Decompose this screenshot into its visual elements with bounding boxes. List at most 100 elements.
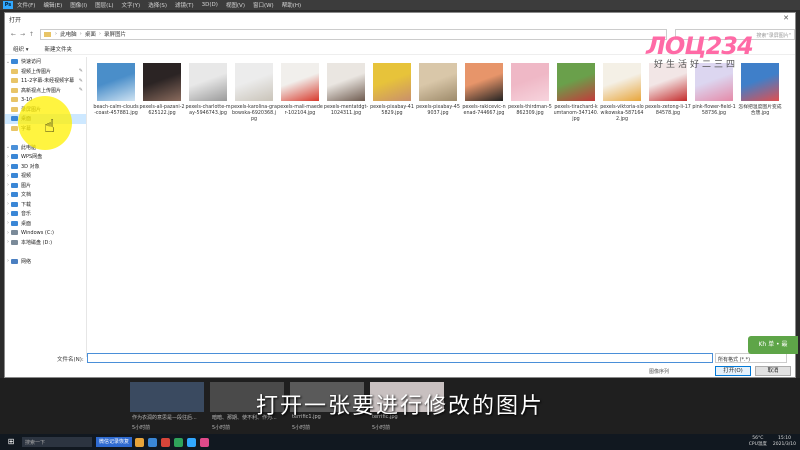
- breadcrumb-desktop[interactable]: 桌面: [85, 30, 96, 38]
- cube-icon: [11, 163, 18, 169]
- menu-edit[interactable]: 编辑(E): [43, 1, 62, 9]
- file-item[interactable]: pexels-rakicevic-nenad-744667.jpg: [461, 61, 507, 131]
- menu-help[interactable]: 帮助(H): [282, 1, 301, 9]
- file-item[interactable]: pexels-charlotte-may-5946743.jpg: [185, 61, 231, 131]
- nav-item[interactable]: › 文档: [5, 190, 86, 200]
- forward-arrow-icon[interactable]: →: [18, 31, 27, 38]
- menu-filter[interactable]: 滤镜(T): [175, 1, 194, 9]
- taskbar-app-icon[interactable]: [200, 437, 210, 447]
- nav-item[interactable]: › 下载: [5, 200, 86, 210]
- nav-item[interactable]: 高新视点上传图片 ✎: [5, 86, 86, 96]
- menu-select[interactable]: 选择(S): [148, 1, 167, 9]
- taskbar-explorer-icon[interactable]: [135, 437, 145, 447]
- nav-item[interactable]: › 图片: [5, 181, 86, 191]
- nav-item[interactable]: ⌄ 快速访问: [5, 57, 86, 67]
- nav-item[interactable]: › 桌面: [5, 219, 86, 229]
- nav-item-label: 桌面: [21, 220, 32, 227]
- folder-icon: [11, 68, 18, 74]
- up-arrow-icon[interactable]: ↑: [27, 31, 36, 38]
- file-item[interactable]: pexels-karolina-grabowska-6920368.jpg: [231, 61, 277, 131]
- taskbar-edge-icon[interactable]: [148, 437, 158, 447]
- nav-item[interactable]: › 本地磁盘 (D:): [5, 238, 86, 248]
- file-item[interactable]: pexels-ali-pazani-2625122.jpg: [139, 61, 185, 131]
- document-icon: [11, 192, 18, 198]
- taskbar-photoshop-icon[interactable]: [187, 437, 197, 447]
- image-sequence-checkbox[interactable]: 图像序列: [649, 368, 669, 375]
- file-item[interactable]: beach-calm-clouds-coast-457881.jpg: [93, 61, 139, 131]
- breadcrumb-separator: ›: [79, 31, 82, 37]
- photoshop-menubar: Ps 文件(F) 编辑(E) 图像(I) 图层(L) 文字(Y) 选择(S) 滤…: [0, 0, 800, 10]
- menu-file[interactable]: 文件(F): [17, 1, 35, 9]
- file-item[interactable]: pexels-tirachard-kumtanom-347140.jpg: [553, 61, 599, 131]
- star-icon: [11, 59, 18, 65]
- taskbar-wechat-icon[interactable]: [174, 437, 184, 447]
- watermark-slogan: 好生活好二三四: [654, 60, 739, 70]
- nav-item-label: 11-2字幕-未经视频字幕: [21, 78, 75, 85]
- file-item[interactable]: pexels-thirdman-5862309.jpg: [507, 61, 553, 131]
- file-item[interactable]: pexels-mentatdgt-1024311.jpg: [323, 61, 369, 131]
- file-item[interactable]: pexels-mali-maeder-102104.jpg: [277, 61, 323, 131]
- nav-item[interactable]: › 音乐: [5, 209, 86, 219]
- pin-icon[interactable]: ✎: [79, 87, 83, 93]
- nav-item-label: 网络: [21, 258, 32, 265]
- menu-type[interactable]: 文字(Y): [122, 1, 141, 9]
- close-icon[interactable]: ✕: [783, 14, 789, 22]
- drive-icon: [11, 239, 18, 245]
- taskbar-clock[interactable]: 15:10 2021/3/10: [773, 436, 796, 448]
- new-folder-button[interactable]: 新建文件夹: [45, 45, 73, 53]
- image-thumbnail: [143, 63, 181, 101]
- menu-image[interactable]: 图像(I): [70, 1, 87, 9]
- file-name: beach-calm-clouds-coast-457881.jpg: [93, 105, 139, 116]
- back-arrow-icon[interactable]: ←: [9, 31, 18, 38]
- folder-icon: [11, 125, 18, 131]
- breadcrumb-this-pc[interactable]: 此电脑: [60, 30, 77, 38]
- image-thumbnail: [97, 63, 135, 101]
- address-bar[interactable]: › 此电脑 › 桌面 › 录屏图片: [39, 28, 668, 40]
- breadcrumb-separator: ›: [98, 31, 102, 37]
- file-name: pexels-zetong-li-1784578.jpg: [645, 105, 691, 116]
- nav-item-label: 快速访问: [21, 59, 42, 66]
- image-thumbnail: [189, 63, 227, 101]
- file-name: pexels-karolina-grabowska-6920368.jpg: [231, 105, 277, 122]
- nav-item[interactable]: › Windows (C:): [5, 228, 86, 238]
- side-floating-badge[interactable]: Kh 单 • 最: [748, 336, 798, 354]
- image-thumbnail: [603, 63, 641, 101]
- nav-item-label: 高新视点上传图片: [21, 87, 62, 94]
- organize-button[interactable]: 组织 ▾: [13, 45, 29, 53]
- image-thumbnail: [235, 63, 273, 101]
- filename-label: 文件名(N):: [57, 357, 84, 363]
- nav-item[interactable]: › 网络: [5, 257, 86, 267]
- pin-icon[interactable]: ✎: [79, 78, 83, 84]
- breadcrumb-screenshots-folder[interactable]: 录屏图片: [104, 30, 126, 38]
- menu-window[interactable]: 窗口(W): [253, 1, 274, 9]
- filename-input[interactable]: [87, 353, 713, 363]
- menu-3d[interactable]: 3D(D): [202, 2, 218, 8]
- file-item[interactable]: pexels-pixabay-415829.jpg: [369, 61, 415, 131]
- desktop-icon: [11, 220, 18, 226]
- nav-item[interactable]: › 3D 对象: [5, 162, 86, 172]
- nav-item[interactable]: › WPS网盘: [5, 152, 86, 162]
- folder-icon: [11, 78, 18, 84]
- file-item[interactable]: pexels-viktoria-slowikowska-5871642.jpg: [599, 61, 645, 131]
- cancel-button[interactable]: 取消: [755, 366, 791, 376]
- dialog-titlebar: 打开 ✕: [5, 13, 795, 25]
- nav-item[interactable]: 11-2字幕-未经视频字幕 ✎: [5, 76, 86, 86]
- nav-item[interactable]: › 视频: [5, 171, 86, 181]
- pin-icon[interactable]: ✎: [79, 68, 83, 74]
- windows-taskbar: ⊞ 搜索一下 微信记录恢复 56°C CPU温度 15:10 2021/3/10: [0, 434, 800, 450]
- folder-icon: [11, 87, 18, 93]
- nav-item[interactable]: 视频上传图片 ✎: [5, 67, 86, 77]
- filename-row: 文件名(N): 所有格式 (*.*): [5, 353, 795, 365]
- menu-view[interactable]: 视图(V): [226, 1, 245, 9]
- taskbar-search[interactable]: 搜索一下: [22, 437, 92, 447]
- file-item[interactable]: pexels-pixabay-459037.jpg: [415, 61, 461, 131]
- menu-layer[interactable]: 图层(L): [95, 1, 113, 9]
- taskbar-app-recovery[interactable]: 微信记录恢复: [96, 437, 133, 447]
- file-type-select[interactable]: 所有格式 (*.*): [715, 353, 787, 363]
- open-button[interactable]: 打开(O): [715, 366, 751, 376]
- nav-item-label: 图片: [21, 182, 32, 189]
- taskbar-chrome-icon[interactable]: [161, 437, 171, 447]
- file-name: pexels-mali-maeder-102104.jpg: [277, 105, 323, 116]
- start-windows-icon[interactable]: ⊞: [4, 437, 18, 447]
